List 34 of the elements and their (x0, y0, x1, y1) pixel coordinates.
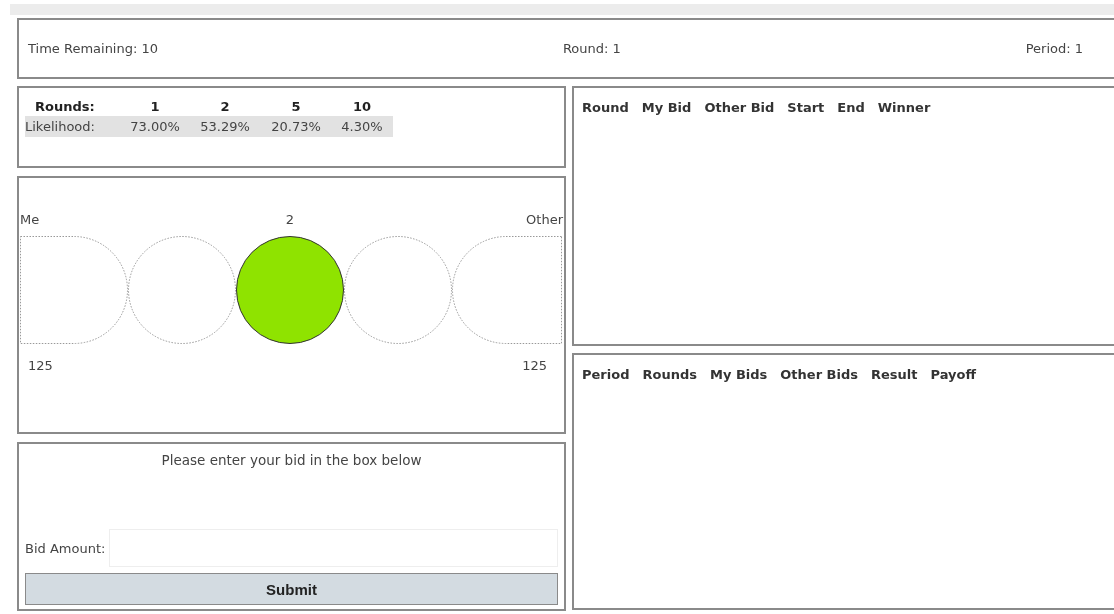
me-label: Me (20, 212, 40, 227)
column-header: Winner (877, 100, 931, 115)
position-label: 2 (285, 212, 295, 227)
column-header: Result (871, 367, 918, 382)
table-cell: 20.73% (261, 116, 331, 137)
table-header: Rounds: (34, 98, 96, 116)
my-amount: 125 (28, 358, 53, 373)
time-remaining: Time Remaining: 10 (28, 41, 159, 56)
table-cell: 4.30% (331, 116, 393, 137)
column-header: Period (582, 367, 630, 382)
column-header: My Bids (709, 367, 768, 382)
table-cell: 53.29% (189, 116, 261, 137)
column-header: Start (787, 100, 825, 115)
table-header: 10 (351, 98, 373, 116)
table-header: 1 (149, 98, 161, 116)
table-header: 2 (219, 98, 231, 116)
column-header: Other Bids (780, 367, 858, 382)
other-label: Other (526, 212, 563, 227)
round-indicator: Round: 1 (562, 41, 621, 56)
table-cell: 73.00% (121, 116, 189, 137)
other-amount: 125 (522, 358, 547, 373)
table-header: 5 (290, 98, 302, 116)
column-header: Payoff (930, 367, 976, 382)
submit-button[interactable]: Submit (25, 573, 558, 605)
column-header: Round (582, 100, 629, 115)
instruction-text: Please enter your bid in the box below (160, 452, 423, 468)
period-indicator: Period: 1 (1025, 41, 1083, 56)
table-cell: Likelihood: (25, 116, 121, 137)
column-header: Other Bid (704, 100, 775, 115)
column-header: End (837, 100, 865, 115)
field-label: Bid Amount: (25, 540, 106, 556)
column-header: Rounds (642, 367, 697, 382)
position-circle[interactable] (236, 236, 344, 344)
column-header: My Bid (641, 100, 692, 115)
